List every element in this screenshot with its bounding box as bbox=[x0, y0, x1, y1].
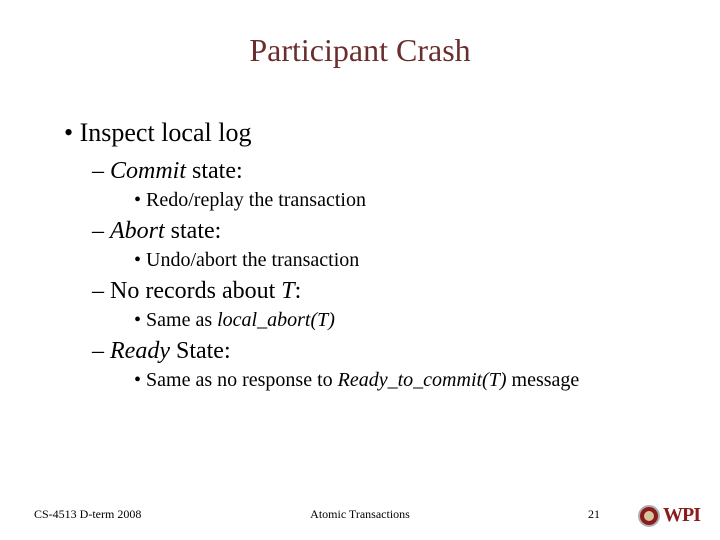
bullet-italic: Abort bbox=[110, 218, 165, 244]
bullet-level2: Commit state: bbox=[92, 158, 674, 185]
bullet-level2: No records about T: bbox=[92, 278, 674, 305]
bullet-text: Undo/abort the transaction bbox=[146, 249, 359, 271]
bullet-level3: Undo/abort the transaction bbox=[134, 249, 674, 272]
bullet-text: : bbox=[295, 278, 302, 304]
bullet-text: state: bbox=[165, 218, 222, 244]
wpi-seal-icon bbox=[638, 505, 660, 527]
bullet-level3: Same as local_abort(T) bbox=[134, 309, 674, 332]
bullet-text: No records about bbox=[110, 278, 281, 304]
slide-content: Inspect local log Commit state: Redo/rep… bbox=[64, 118, 674, 398]
wpi-logo-text: WPI bbox=[663, 504, 700, 527]
bullet-text: Redo/replay the transaction bbox=[146, 189, 366, 211]
bullet-text: Same as bbox=[146, 309, 217, 331]
bullet-italic: Commit bbox=[110, 158, 186, 184]
bullet-italic: T bbox=[281, 278, 294, 304]
bullet-text: message bbox=[507, 369, 580, 391]
wpi-logo: WPI bbox=[638, 504, 700, 527]
bullet-italic: Ready_to_commit(T) bbox=[338, 369, 507, 391]
bullet-level3: Same as no response to Ready_to_commit(T… bbox=[134, 369, 674, 392]
bullet-italic: Ready bbox=[110, 338, 170, 364]
slide: Participant Crash Inspect local log Comm… bbox=[0, 0, 720, 540]
bullet-text: state: bbox=[186, 158, 243, 184]
bullet-text: State: bbox=[170, 338, 231, 364]
bullet-italic: local_abort(T) bbox=[217, 309, 335, 331]
footer-center: Atomic Transactions bbox=[0, 507, 720, 522]
bullet-text: Inspect local log bbox=[80, 118, 252, 147]
slide-title: Participant Crash bbox=[0, 32, 720, 69]
bullet-level1: Inspect local log bbox=[64, 118, 674, 148]
footer-page-number: 21 bbox=[588, 507, 600, 522]
bullet-level2: Abort state: bbox=[92, 218, 674, 245]
bullet-text: Same as no response to bbox=[146, 369, 338, 391]
bullet-level2: Ready State: bbox=[92, 338, 674, 365]
bullet-level3: Redo/replay the transaction bbox=[134, 189, 674, 212]
